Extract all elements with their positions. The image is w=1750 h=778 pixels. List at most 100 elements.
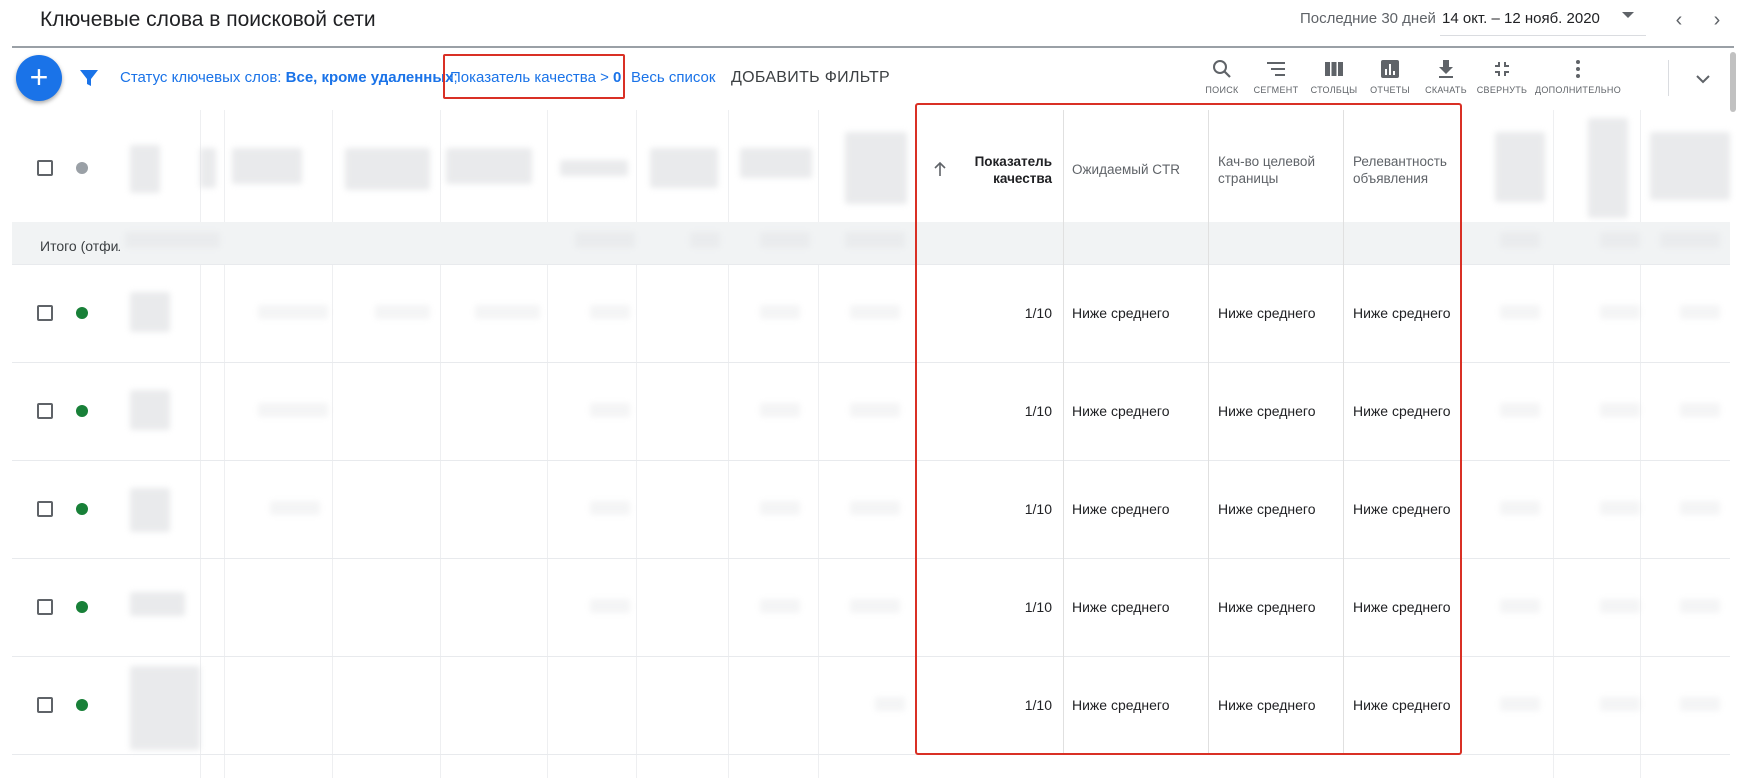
obscured-cell bbox=[270, 501, 320, 515]
obscured-keyword bbox=[130, 592, 185, 616]
obscured-cell bbox=[1660, 232, 1720, 248]
filter-icon[interactable] bbox=[78, 67, 100, 89]
obscured-cell bbox=[760, 403, 800, 417]
date-range-value[interactable]: 14 окт. – 12 нояб. 2020 bbox=[1442, 10, 1600, 27]
obscured-cell bbox=[1600, 305, 1640, 319]
toolbar-segment-button[interactable]: СЕГМЕНТ bbox=[1244, 56, 1308, 102]
sort-ascending-icon[interactable] bbox=[932, 160, 948, 178]
column-divider bbox=[818, 110, 819, 778]
date-range-underline bbox=[1440, 35, 1646, 36]
toolbar-segment-label: СЕГМЕНТ bbox=[1253, 85, 1299, 95]
status-enabled-dot bbox=[76, 503, 88, 515]
select-all-checkbox[interactable] bbox=[37, 160, 53, 176]
obscured-header bbox=[1495, 132, 1545, 202]
obscured-cell bbox=[1680, 599, 1720, 613]
obscured-cell bbox=[475, 305, 540, 319]
dropdown-caret-icon[interactable] bbox=[1622, 12, 1634, 18]
status-filter-prefix: Статус ключевых слов: bbox=[120, 69, 286, 86]
obscured-cell bbox=[1680, 697, 1720, 711]
date-range-picker[interactable]: Последние 30 дней 14 окт. – 12 нояб. 202… bbox=[1300, 0, 1750, 40]
status-header-dot bbox=[76, 162, 88, 174]
toolbar-reports-button[interactable]: ОТЧЕТЫ bbox=[1358, 56, 1422, 102]
quality-score-cell: 1/10 bbox=[1024, 599, 1052, 615]
add-keyword-button[interactable]: + bbox=[16, 55, 62, 101]
toolbar-more-button[interactable]: ДОПОЛНИТЕЛЬНО bbox=[1530, 56, 1626, 102]
column-divider bbox=[440, 110, 441, 778]
obscured-cell bbox=[1600, 697, 1640, 711]
obscured-header bbox=[345, 148, 430, 190]
download-icon bbox=[1439, 60, 1453, 78]
column-header-landing-page[interactable]: Кач-во целевой страницы bbox=[1218, 153, 1328, 187]
toolbar-reports-label: ОТЧЕТЫ bbox=[1370, 85, 1410, 95]
obscured-cell bbox=[850, 599, 900, 613]
total-row-label: Итого (отфильтровано) bbox=[40, 238, 120, 254]
obscured-cell bbox=[590, 305, 630, 319]
obscured-header bbox=[845, 132, 907, 204]
obscured-cell bbox=[1600, 403, 1640, 417]
column-divider bbox=[224, 110, 225, 778]
obscured-cell bbox=[850, 403, 900, 417]
more-vert-icon bbox=[1576, 60, 1580, 78]
obscured-keyword bbox=[130, 292, 170, 332]
toolbar-collapse-button[interactable]: СВЕРНУТЬ bbox=[1470, 56, 1534, 102]
toolbar-collapse-label: СВЕРНУТЬ bbox=[1476, 85, 1528, 95]
add-filter-button[interactable]: ДОБАВИТЬ ФИЛЬТР bbox=[731, 69, 890, 87]
ad-relevance-cell: Ниже среднего bbox=[1353, 599, 1451, 615]
obscured-header bbox=[1650, 132, 1730, 200]
reports-icon bbox=[1381, 60, 1399, 78]
obscured-keyword bbox=[130, 488, 170, 532]
landing-page-cell: Ниже среднего bbox=[1218, 403, 1316, 419]
columns-icon bbox=[1325, 62, 1343, 76]
chevron-left-icon[interactable]: ‹ bbox=[1668, 9, 1690, 31]
toolbar-columns-label: СТОЛБЦЫ bbox=[1310, 85, 1358, 95]
obscured-header bbox=[446, 148, 532, 184]
obscured-keyword bbox=[130, 390, 170, 430]
obscured-header bbox=[232, 148, 302, 184]
ad-relevance-cell: Ниже среднего bbox=[1353, 697, 1451, 713]
obscured-cell bbox=[258, 305, 328, 319]
column-header-expected-ctr[interactable]: Ожидаемый CTR bbox=[1072, 161, 1202, 178]
column-divider bbox=[332, 110, 333, 778]
obscured-cell bbox=[1680, 305, 1720, 319]
row-checkbox[interactable] bbox=[37, 599, 53, 615]
chevron-right-icon[interactable]: › bbox=[1706, 9, 1728, 31]
expected-ctr-cell: Ниже среднего bbox=[1072, 305, 1170, 321]
obscured-cell bbox=[575, 232, 635, 248]
landing-page-cell: Ниже среднего bbox=[1218, 599, 1316, 615]
obscured-keyword bbox=[130, 666, 200, 750]
column-header-ad-relevance[interactable]: Релевантность объявления bbox=[1353, 153, 1458, 187]
row-divider bbox=[12, 656, 1730, 657]
row-divider bbox=[12, 460, 1730, 461]
obscured-cell bbox=[850, 305, 900, 319]
row-checkbox[interactable] bbox=[37, 305, 53, 321]
obscured-cell bbox=[760, 305, 800, 319]
obscured-cell bbox=[760, 501, 800, 515]
toolbar-more-label: ДОПОЛНИТЕЛЬНО bbox=[1534, 85, 1622, 95]
scrollbar-thumb[interactable] bbox=[1730, 52, 1736, 112]
ad-relevance-cell: Ниже среднего bbox=[1353, 403, 1451, 419]
obscured-cell bbox=[845, 232, 905, 248]
obscured-cell bbox=[1600, 232, 1640, 248]
toolbar-download-button[interactable]: СКАЧАТЬ bbox=[1414, 56, 1478, 102]
status-filter-chip[interactable]: Статус ключевых слов: Все, кроме удаленн… bbox=[120, 69, 458, 86]
full-list-link[interactable]: Весь список bbox=[631, 69, 715, 86]
row-checkbox[interactable] bbox=[37, 403, 53, 419]
status-enabled-dot bbox=[76, 699, 88, 711]
obscured-cell bbox=[1500, 305, 1540, 319]
collapse-icon bbox=[1495, 62, 1509, 76]
obscured-cell bbox=[1500, 697, 1540, 711]
expected-ctr-cell: Ниже среднего bbox=[1072, 501, 1170, 517]
ad-relevance-cell: Ниже среднего bbox=[1353, 305, 1451, 321]
row-checkbox[interactable] bbox=[37, 697, 53, 713]
row-checkbox[interactable] bbox=[37, 501, 53, 517]
segment-icon bbox=[1267, 62, 1285, 76]
quality-columns-highlight bbox=[915, 103, 1462, 755]
expected-ctr-cell: Ниже среднего bbox=[1072, 599, 1170, 615]
obscured-cell bbox=[590, 599, 630, 613]
column-header-quality-score[interactable]: Показатель качества bbox=[960, 153, 1052, 187]
obscured-cell bbox=[850, 501, 900, 515]
chevron-down-icon[interactable] bbox=[1692, 68, 1714, 90]
toolbar-columns-button[interactable]: СТОЛБЦЫ bbox=[1302, 56, 1366, 102]
obscured-cell bbox=[760, 232, 810, 248]
row-divider bbox=[12, 264, 1730, 265]
